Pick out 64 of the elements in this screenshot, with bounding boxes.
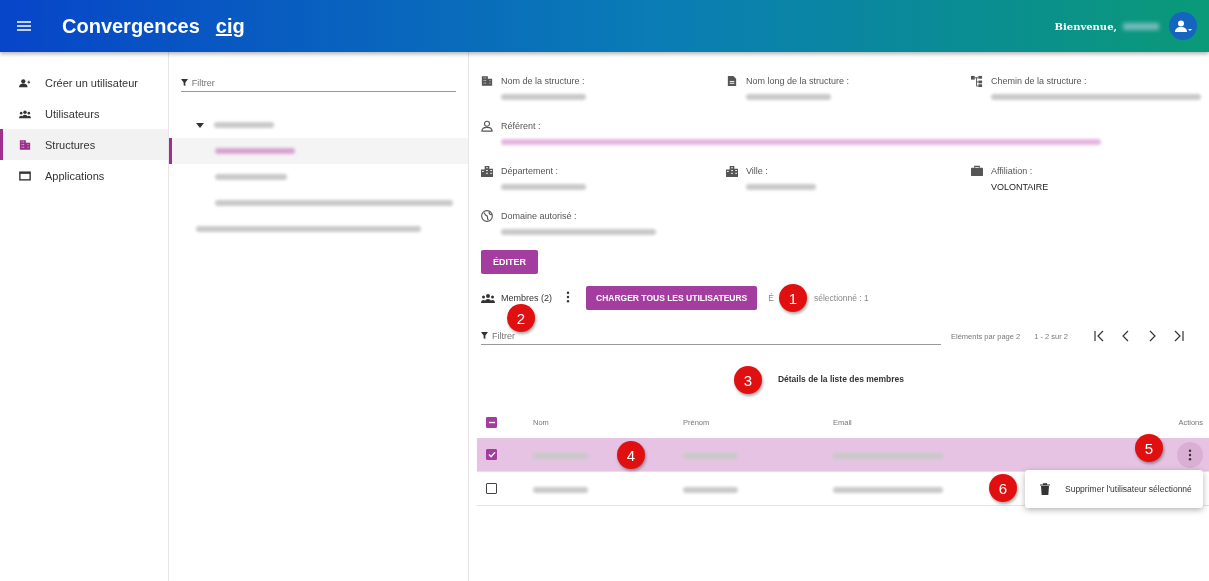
field-label: Ville : <box>746 166 768 176</box>
edit-button[interactable]: ÉDITER <box>481 250 538 274</box>
first-page-icon <box>1094 330 1106 342</box>
sidebar-item[interactable]: Structures <box>0 129 168 160</box>
user-plus-icon <box>19 76 31 89</box>
globe-icon <box>481 210 493 222</box>
group-icon <box>481 292 495 304</box>
step-marker: 1 <box>778 284 807 312</box>
step-marker: 2 <box>507 304 535 332</box>
menu-button[interactable] <box>16 19 32 33</box>
redacted-text <box>683 486 738 493</box>
members-label: Membres (2) <box>501 293 552 303</box>
redacted-text <box>683 452 738 459</box>
row-checkbox[interactable] <box>486 449 497 460</box>
menu-icon <box>16 19 32 33</box>
building-icon <box>19 138 31 151</box>
step-marker: 5 <box>1135 434 1163 462</box>
pagination-button[interactable] <box>1172 330 1184 342</box>
redacted-text <box>746 184 816 190</box>
redacted-text <box>213 122 274 128</box>
window-icon <box>19 169 31 182</box>
field-label: Référent : <box>501 121 541 131</box>
menu-item[interactable]: Supprimer l'utilisateur sélectionné <box>1025 470 1203 508</box>
selection-count-text: sélectionné : 1 <box>813 293 869 303</box>
step-marker: 6 <box>989 474 1017 502</box>
field-label: Affiliation : <box>991 166 1033 176</box>
redacted-text <box>1123 22 1159 30</box>
trash-icon <box>1039 483 1051 495</box>
more-icon <box>1188 448 1192 461</box>
selection-count-text: É <box>768 293 774 303</box>
field-label: Département : <box>501 166 559 176</box>
field-label: Domaine autorisé : <box>501 211 577 221</box>
select-all-checkbox[interactable] <box>486 416 497 428</box>
row-checkbox[interactable] <box>486 483 497 494</box>
field-label: Nom de la structure : <box>501 76 585 86</box>
welcome-text: Bienvenue, <box>1054 20 1117 32</box>
building-icon <box>481 75 493 87</box>
pagination-button[interactable] <box>1094 330 1106 342</box>
load-all-users-button[interactable]: CHARGER TOUS LES UTILISATEURS <box>586 286 758 310</box>
hierarchy-icon <box>971 75 983 87</box>
user-icon <box>1174 20 1192 32</box>
field-value: VOLONTAIRE <box>991 182 1049 192</box>
app-title: Convergences <box>62 14 200 38</box>
redacted-text <box>533 452 588 459</box>
city-icon <box>481 165 493 177</box>
document-icon <box>726 75 738 87</box>
sidebar-item[interactable]: Utilisateurs <box>0 98 168 129</box>
last-page-icon <box>1172 330 1184 342</box>
sidebar-item[interactable]: Applications <box>0 160 168 191</box>
step-marker: 3 <box>733 366 762 394</box>
briefcase-icon <box>971 165 983 177</box>
user-menu-button[interactable] <box>1169 12 1197 40</box>
table-title: Détails de la liste des membres <box>777 374 905 384</box>
sidebar-item[interactable]: Créer un utilisateur <box>0 67 168 98</box>
redacted-text <box>533 486 588 493</box>
logo: cig <box>215 14 245 38</box>
person-icon <box>481 120 493 132</box>
filter-field[interactable]: Filtrer <box>187 74 456 92</box>
check-icon <box>487 451 496 458</box>
city-icon <box>726 165 738 177</box>
table-row[interactable] <box>477 438 1209 472</box>
field-label: Nom long de la structure : <box>746 76 850 86</box>
field-label: Chemin de la structure : <box>991 76 1087 86</box>
more-icon <box>566 291 570 303</box>
